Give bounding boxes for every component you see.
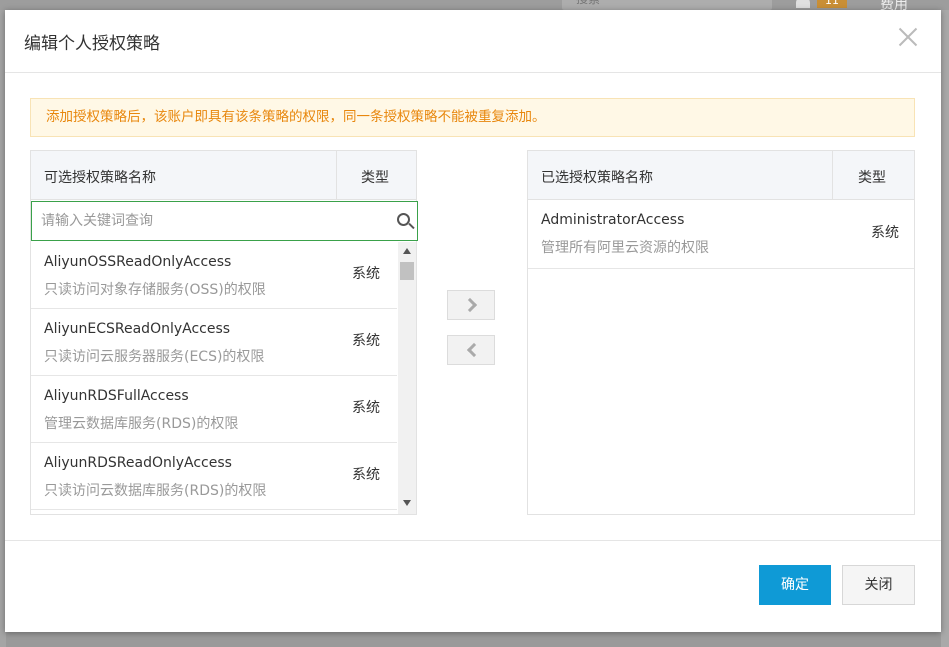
selected-list-item[interactable]: AdministratorAccess 管理所有阿里云资源的权限 系统 (528, 200, 914, 269)
policy-name: AliyunRDSFullAccess (44, 388, 189, 404)
policy-name: AliyunRDSReadOnlyAccess (44, 455, 232, 471)
policy-description: 只读访问对象存储服务(OSS)的权限 (44, 282, 266, 298)
selected-name-column-header: 已选授权策略名称 (541, 170, 653, 186)
dialog-header: 编辑个人授权策略 (5, 10, 941, 73)
column-divider (832, 151, 833, 199)
selected-type-column-header: 类型 (858, 170, 886, 186)
list-scrollbar[interactable] (398, 242, 416, 514)
notice-banner: 添加授权策略后，该账户即具有该条策略的权限，同一条授权策略不能被重复添加。 (30, 98, 915, 137)
confirm-button[interactable]: 确定 (759, 565, 831, 605)
policy-type: 系统 (871, 225, 899, 241)
chevron-left-icon (466, 342, 482, 358)
list-item[interactable]: AliyunECSReadOnlyAccess 只读访问云服务器服务(ECS)的… (31, 309, 397, 376)
policy-description: 管理云数据库服务(RDS)的权限 (44, 416, 239, 432)
list-item[interactable]: AliyunRDSReadOnlyAccess 只读访问云数据库服务(RDS)的… (31, 443, 397, 510)
scroll-up-arrow-icon[interactable] (403, 248, 411, 254)
scroll-down-arrow-icon[interactable] (403, 500, 411, 506)
selected-policies-panel: 已选授权策略名称 类型 AdministratorAccess 管理所有阿里云资… (527, 150, 915, 515)
policy-description: 只读访问云数据库服务(RDS)的权限 (44, 483, 267, 499)
dialog-title: 编辑个人授权策略 (24, 34, 160, 54)
column-divider (336, 151, 337, 199)
selected-policies-header: 已选授权策略名称 类型 (528, 151, 914, 200)
background-notification-badge: 11 (817, 0, 847, 8)
dialog-footer-divider (5, 540, 941, 541)
available-name-column-header: 可选授权策略名称 (44, 170, 156, 186)
remove-policy-button[interactable] (447, 335, 495, 365)
close-icon[interactable] (895, 24, 921, 50)
background-search-input: 搜索 (562, 0, 772, 10)
available-type-column-header: 类型 (361, 170, 389, 186)
policy-name: AdministratorAccess (541, 212, 685, 228)
policy-type: 系统 (352, 400, 380, 416)
background-right-strip (941, 10, 949, 647)
edit-policy-dialog: 编辑个人授权策略 添加授权策略后，该账户即具有该条策略的权限，同一条授权策略不能… (5, 10, 941, 632)
policy-name: AliyunOSSReadOnlyAccess (44, 254, 232, 270)
list-item[interactable]: AliyunRDSFullAccess 管理云数据库服务(RDS)的权限 系统 (31, 376, 397, 443)
policy-type: 系统 (352, 467, 380, 483)
available-policies-list: AliyunOSSReadOnlyAccess 只读访问对象存储服务(OSS)的… (31, 242, 397, 514)
policy-name: AliyunECSReadOnlyAccess (44, 321, 231, 337)
close-button[interactable]: 关闭 (842, 565, 915, 605)
search-icon[interactable] (397, 213, 410, 226)
policy-description: 管理所有阿里云资源的权限 (541, 240, 709, 256)
background-user-icon (796, 0, 810, 8)
policy-type: 系统 (352, 266, 380, 282)
available-policies-header: 可选授权策略名称 类型 (31, 151, 416, 200)
policy-type: 系统 (352, 333, 380, 349)
policy-search-box (31, 201, 418, 241)
add-policy-button[interactable] (447, 290, 495, 320)
scroll-thumb[interactable] (400, 262, 414, 280)
chevron-right-icon (462, 297, 478, 313)
available-policies-panel: 可选授权策略名称 类型 AliyunOSSReadOnlyAccess 只读访问… (30, 150, 418, 515)
list-item[interactable]: AliyunOSSReadOnlyAccess 只读访问对象存储服务(OSS)的… (31, 242, 397, 309)
policy-description: 只读访问云服务器服务(ECS)的权限 (44, 349, 265, 365)
policy-search-input[interactable] (33, 203, 383, 239)
